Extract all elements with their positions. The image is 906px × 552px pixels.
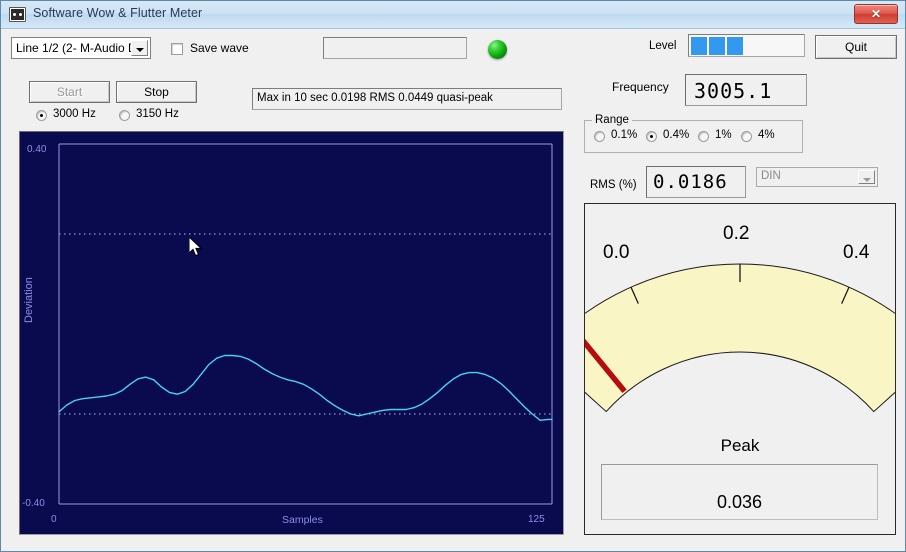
quit-button[interactable]: Quit (815, 35, 897, 59)
frequency-label: Frequency (612, 80, 669, 94)
chart-xtick-min: 0 (51, 514, 57, 525)
audio-device-value: Line 1/2 (2- M-Audio De (16, 41, 144, 55)
range-radio-4-label: 4% (758, 129, 775, 141)
cassette-tape-icon (9, 7, 26, 22)
range-radio-1-label: 1% (715, 129, 732, 141)
rms-label: RMS (%) (590, 179, 637, 191)
save-wave-box[interactable] (171, 43, 183, 55)
application-window: Software Wow & Flutter Meter ✕ Line 1/2 … (0, 0, 906, 552)
title-bar: Software Wow & Flutter Meter ✕ (1, 1, 905, 29)
level-label: Level (649, 40, 677, 52)
level-segment (691, 37, 707, 55)
chart-xlabel: Samples (282, 514, 323, 526)
chart-ytick-max: 0.40 (27, 144, 47, 155)
range-radio-0-4-label: 0.4% (663, 129, 690, 141)
quit-button-label: Quit (844, 40, 867, 54)
start-button-label: Start (56, 85, 83, 99)
peak-meter-panel: 0.0 0.2 0.4 Peak 0.036 (584, 203, 896, 535)
wave-file-input[interactable] (323, 37, 467, 59)
stop-button-label: Stop (144, 85, 169, 99)
chart-ytick-min: -0.40 (22, 498, 45, 509)
frequency-radio-3000-label: 3000 Hz (53, 108, 96, 120)
close-button[interactable]: ✕ (854, 4, 898, 24)
rms-value: 0.0186 (653, 171, 728, 193)
radio-dot-1[interactable] (698, 131, 709, 142)
range-group-title: Range (592, 114, 632, 126)
range-radio-0-1-label: 0.1% (611, 129, 638, 141)
peak-value-box: 0.036 (601, 464, 878, 520)
weighting-value: DIN (761, 170, 781, 182)
chevron-down-icon[interactable] (858, 170, 875, 184)
chart-ylabel: Deviation (23, 277, 35, 323)
deviation-graph-panel[interactable] (19, 131, 564, 535)
frequency-display: 3005.1 (685, 74, 807, 106)
status-message-field: Max in 10 sec 0.0198 RMS 0.0449 quasi-pe… (252, 88, 562, 110)
window-title: Software Wow & Flutter Meter (33, 6, 203, 20)
peak-label: Peak (720, 436, 760, 455)
chevron-down-icon[interactable] (131, 40, 148, 56)
rms-display: 0.0186 (646, 166, 746, 198)
radio-dot-3150[interactable] (119, 110, 130, 121)
radio-dot-3000[interactable] (36, 110, 47, 121)
level-meter (688, 34, 805, 57)
deviation-chart (20, 132, 563, 534)
status-message-text: Max in 10 sec 0.0198 RMS 0.0449 quasi-pe… (257, 92, 493, 104)
chart-xtick-max: 125 (528, 514, 545, 525)
start-button[interactable]: Start (29, 81, 110, 103)
frequency-radio-3150-label: 3150 Hz (136, 108, 179, 120)
level-segment (727, 37, 743, 55)
peak-value: 0.036 (716, 492, 763, 512)
gauge-tick-label-min: 0.0 (603, 242, 630, 263)
weighting-select[interactable]: DIN (756, 167, 878, 187)
audio-device-select[interactable]: Line 1/2 (2- M-Audio De (11, 37, 151, 59)
level-segment (709, 37, 725, 55)
gauge-tick-label-max: 0.4 (843, 242, 870, 263)
radio-dot-4[interactable] (741, 131, 752, 142)
close-icon: ✕ (870, 7, 882, 21)
status-led (488, 40, 507, 59)
gauge-tick-label-mid: 0.2 (723, 223, 750, 244)
frequency-value: 3005.1 (694, 79, 773, 103)
stop-button[interactable]: Stop (116, 81, 197, 103)
save-wave-label: Save wave (190, 41, 249, 55)
radio-dot-0-1[interactable] (594, 131, 605, 142)
radio-dot-0-4[interactable] (646, 131, 657, 142)
